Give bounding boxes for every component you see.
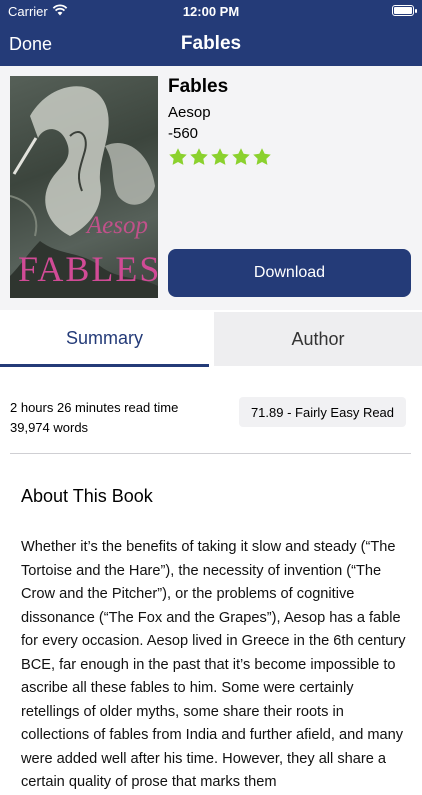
book-cover: Aesop FABLES xyxy=(10,76,158,298)
rating-stars xyxy=(168,147,272,167)
tab-summary[interactable]: Summary xyxy=(0,312,209,367)
book-header: Aesop FABLES Fables Aesop -560 Download xyxy=(0,66,422,310)
battery-icon xyxy=(392,5,417,16)
divider xyxy=(10,453,411,454)
word-count: 39,974 words xyxy=(10,420,89,435)
book-stats: 2 hours 26 minutes read time 39,974 word… xyxy=(0,390,422,450)
cover-author-text: Aesop xyxy=(86,212,148,239)
star-icon xyxy=(169,148,187,165)
tab-bar: Summary Author xyxy=(0,312,422,367)
status-bar: Carrier 12:00 PM xyxy=(0,0,422,22)
star-icon xyxy=(211,148,229,165)
tab-author[interactable]: Author xyxy=(214,312,422,366)
book-author: Aesop xyxy=(168,104,211,121)
star-icon xyxy=(232,148,250,165)
clock: 12:00 PM xyxy=(182,4,240,19)
readability-badge: 71.89 - Fairly Easy Read xyxy=(239,397,406,427)
about-body: Whether it’s the benefits of taking it s… xyxy=(21,539,406,790)
star-icon xyxy=(190,148,208,165)
read-time: 2 hours 26 minutes read time xyxy=(10,400,179,415)
cover-title-text: FABLES xyxy=(18,249,158,289)
nav-bar: Done Fables xyxy=(0,22,422,66)
download-button[interactable]: Download xyxy=(168,249,411,297)
about-heading: About This Book xyxy=(21,486,153,506)
nav-title: Fables xyxy=(180,33,242,54)
book-year: -560 xyxy=(168,125,199,142)
star-icon xyxy=(253,148,271,165)
book-title: Fables xyxy=(168,76,229,97)
